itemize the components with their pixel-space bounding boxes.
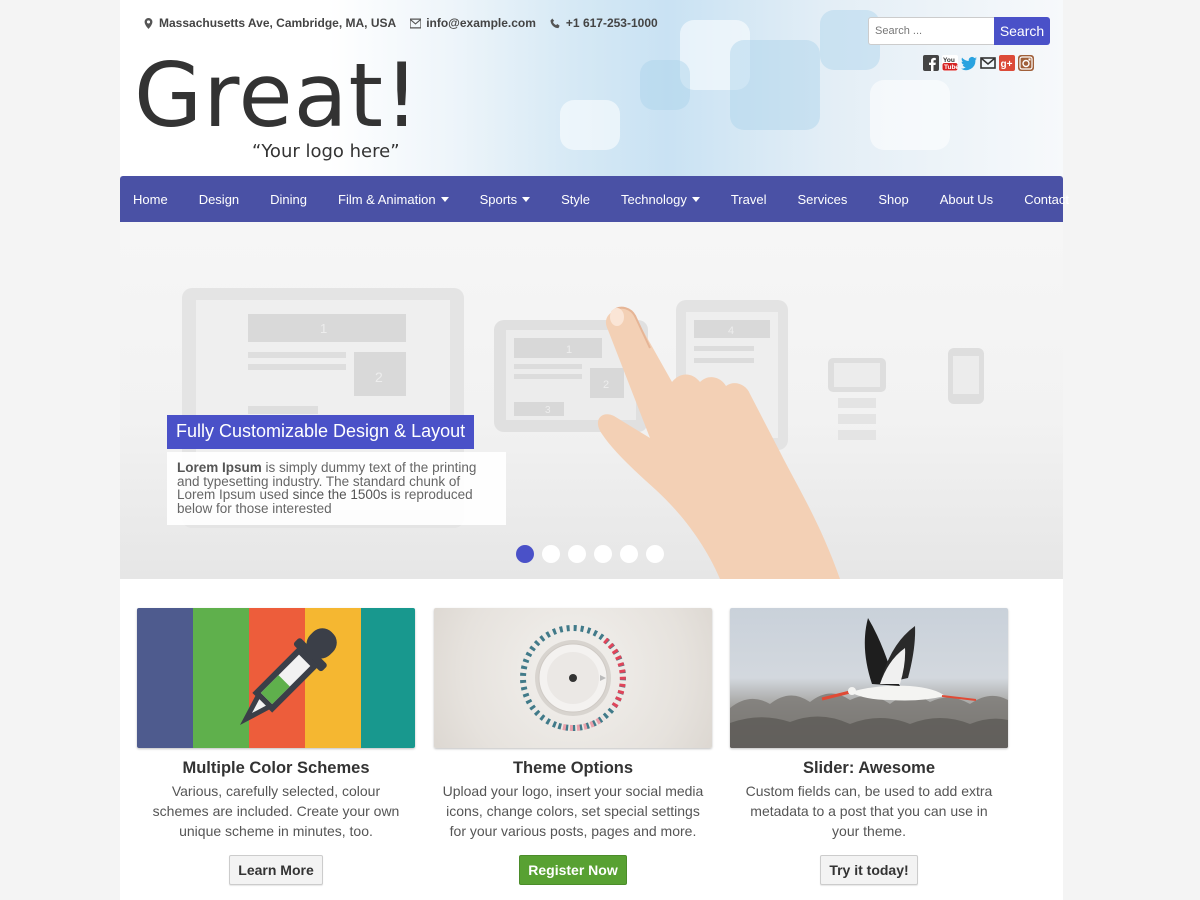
slider-dot-6[interactable] [646, 545, 664, 563]
contact-email[interactable]: info@example.com [410, 16, 536, 30]
svg-text:You: You [943, 57, 955, 64]
feature-color-schemes: Multiple Color Schemes Various, carefull… [137, 608, 415, 885]
mail-icon[interactable] [980, 55, 996, 71]
mockup-label: 3 [545, 405, 551, 416]
mockup-line [514, 364, 582, 369]
mockup-line [514, 374, 582, 379]
caret-down-icon [691, 196, 700, 202]
mockup-label: 4 [728, 325, 734, 337]
slide-caption-body: Lorem Ipsum is simply dummy text of the … [167, 452, 506, 525]
search-form: Search [868, 17, 1050, 45]
feature-text: Various, carefully selected, colour sche… [152, 783, 400, 839]
nav-item-design[interactable]: Design [188, 192, 250, 207]
search-button[interactable]: Search [994, 17, 1050, 45]
try-it-today-button[interactable]: Try it today! [820, 855, 918, 885]
site-logo[interactable]: Great! [134, 52, 420, 140]
twitter-icon[interactable] [961, 55, 977, 71]
map-marker-icon [144, 17, 153, 29]
feature-text: Custom fields can, be used to add extra … [745, 783, 993, 839]
caret-down-icon [440, 196, 449, 202]
youtube-icon[interactable]: You Tube [942, 55, 958, 71]
nav-item-technology[interactable]: Technology [610, 192, 711, 207]
mockup-label: 2 [603, 379, 609, 391]
feature-title: Slider: Awesome [802, 759, 936, 777]
caret-down-icon [522, 196, 531, 202]
stork-bird [821, 618, 977, 701]
contact-address: Massachusetts Ave, Cambridge, MA, USA [143, 16, 396, 30]
fingernail [610, 308, 624, 326]
slider-dot-5[interactable] [620, 545, 638, 563]
site-header: Massachusetts Ave, Cambridge, MA, USA in… [120, 0, 1063, 176]
svg-text:g+: g+ [1001, 59, 1013, 70]
features-section: Multiple Color Schemes Various, carefull… [120, 579, 1063, 900]
nav-item-film-animation[interactable]: Film & Animation [327, 192, 460, 207]
slide-illustration: 1 2 1 2 3 4 [182, 288, 984, 579]
nav-item-shop[interactable]: Shop [867, 192, 919, 207]
feature-image-slider[interactable] [730, 608, 1008, 748]
phone-landscape-screen [834, 363, 880, 387]
nav-item-dining[interactable]: Dining [259, 192, 318, 207]
nav-item-about-us[interactable]: About Us [929, 192, 1004, 207]
header-bg-shape [870, 80, 950, 150]
header-bg-shape [730, 40, 820, 130]
feature-title: Multiple Color Schemes [182, 759, 370, 777]
contact-phone[interactable]: +1 617-253-1000 [550, 16, 658, 30]
social-icons: You Tube g+ [923, 55, 1034, 71]
hero-slider[interactable]: 1 2 1 2 3 4 Fully Customizable Design & … [120, 222, 1063, 579]
address-text: Massachusetts Ave, Cambridge, MA, USA [159, 16, 397, 30]
google-plus-icon[interactable]: g+ [999, 55, 1015, 71]
mockup-block [514, 402, 564, 416]
feature-text: Upload your logo, insert your social med… [442, 783, 704, 839]
feature-theme-options: Theme Options Upload your logo, insert y… [434, 608, 712, 885]
svg-text:Tube: Tube [944, 64, 958, 71]
mockup-line [248, 406, 318, 414]
header-bg-shape [560, 100, 620, 150]
learn-more-button[interactable]: Learn More [229, 855, 323, 885]
main-navigation: Home Design Dining Film & Animation Spor… [120, 176, 1069, 222]
phone-text[interactable]: +1 617-253-1000 [566, 16, 658, 30]
mockup-block [838, 414, 876, 424]
mockup-block [514, 338, 602, 358]
feature-title: Theme Options [512, 759, 634, 777]
mockup-label: 2 [375, 369, 383, 385]
email-text[interactable]: info@example.com [426, 16, 536, 30]
mockup-label: 1 [566, 344, 572, 356]
feature-image-color-schemes[interactable] [137, 608, 415, 748]
mockup-line [248, 352, 346, 358]
site-tagline: “Your logo here” [252, 141, 400, 162]
slider-dot-3[interactable] [568, 545, 586, 563]
mockup-label: 1 [320, 321, 327, 336]
nav-item-style[interactable]: Style [550, 192, 601, 207]
slider-dot-1[interactable] [516, 545, 534, 563]
mockup-block [838, 430, 876, 440]
facebook-icon[interactable] [923, 55, 939, 71]
slider-dot-4[interactable] [594, 545, 612, 563]
nav-item-sports[interactable]: Sports [469, 192, 542, 207]
slide-caption-title: Fully Customizable Design & Layout [167, 415, 475, 449]
search-input[interactable] [868, 17, 994, 45]
nav-item-home[interactable]: Home [122, 192, 179, 207]
instagram-icon[interactable] [1018, 55, 1034, 71]
mockup-line [694, 358, 754, 363]
stork-illustration [730, 618, 1008, 748]
header-bg-shape [640, 60, 690, 110]
nav-item-contact[interactable]: Contact [1013, 192, 1080, 207]
eyedropper-illustration [137, 608, 415, 748]
mockup-block [838, 398, 876, 408]
nav-item-services[interactable]: Services [786, 192, 858, 207]
feature-image-theme-options[interactable] [434, 608, 712, 748]
mockup-line [248, 364, 346, 370]
envelope-icon [410, 18, 422, 28]
phone-icon [550, 17, 560, 28]
phone-portrait-screen [953, 356, 979, 394]
contact-bar: Massachusetts Ave, Cambridge, MA, USA in… [143, 16, 658, 30]
register-now-button[interactable]: Register Now [519, 855, 627, 885]
slider-dot-2[interactable] [542, 545, 560, 563]
slider-pagination [516, 545, 664, 563]
feature-slider: Slider: Awesome Custom fields can, be us… [730, 608, 1008, 885]
knob-illustration [520, 625, 626, 732]
nav-item-travel[interactable]: Travel [720, 192, 778, 207]
mockup-line [694, 346, 754, 351]
